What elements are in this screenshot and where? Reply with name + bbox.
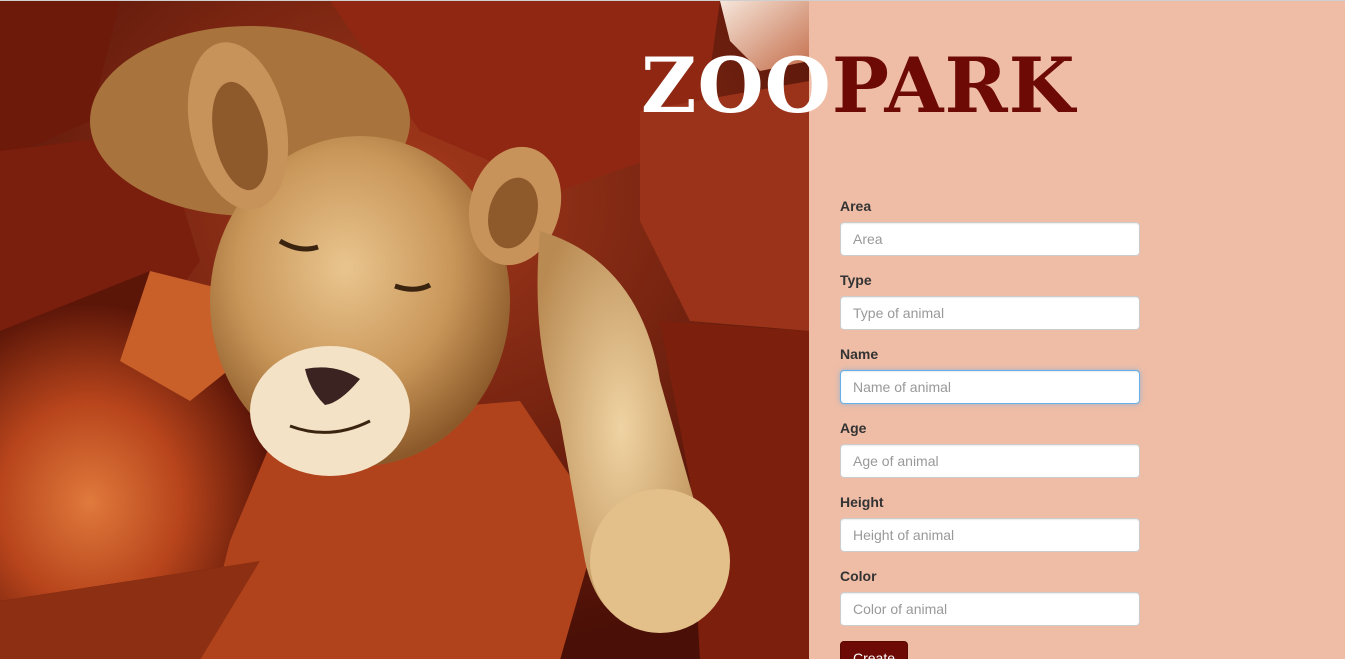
- age-input[interactable]: [840, 444, 1140, 478]
- name-label: Name: [840, 346, 879, 362]
- area-input[interactable]: [840, 222, 1140, 256]
- type-input[interactable]: [840, 296, 1140, 330]
- age-label: Age: [840, 420, 867, 436]
- area-label: Area: [840, 198, 872, 214]
- height-input[interactable]: [840, 518, 1140, 552]
- field-color: Color: [840, 567, 1140, 641]
- field-height: Height: [840, 493, 1140, 567]
- field-name: Name: [840, 345, 1140, 419]
- field-area: Area: [840, 197, 1140, 271]
- color-input[interactable]: [840, 592, 1140, 626]
- color-label: Color: [840, 568, 877, 584]
- type-label: Type: [840, 272, 872, 288]
- zoopark-page: ZOOPARK Area Type Name Age Height Color …: [0, 0, 1345, 659]
- name-input[interactable]: [840, 370, 1140, 404]
- title-zoo: ZOO: [641, 41, 832, 130]
- field-age: Age: [840, 419, 1140, 493]
- title-park: PARK: [831, 41, 1076, 130]
- create-button[interactable]: Create: [840, 641, 909, 659]
- height-label: Height: [840, 494, 884, 510]
- page-title: ZOOPARK: [641, 41, 1076, 131]
- add-animal-form: Area Type Name Age Height Color Create: [840, 197, 1140, 659]
- field-type: Type: [840, 271, 1140, 345]
